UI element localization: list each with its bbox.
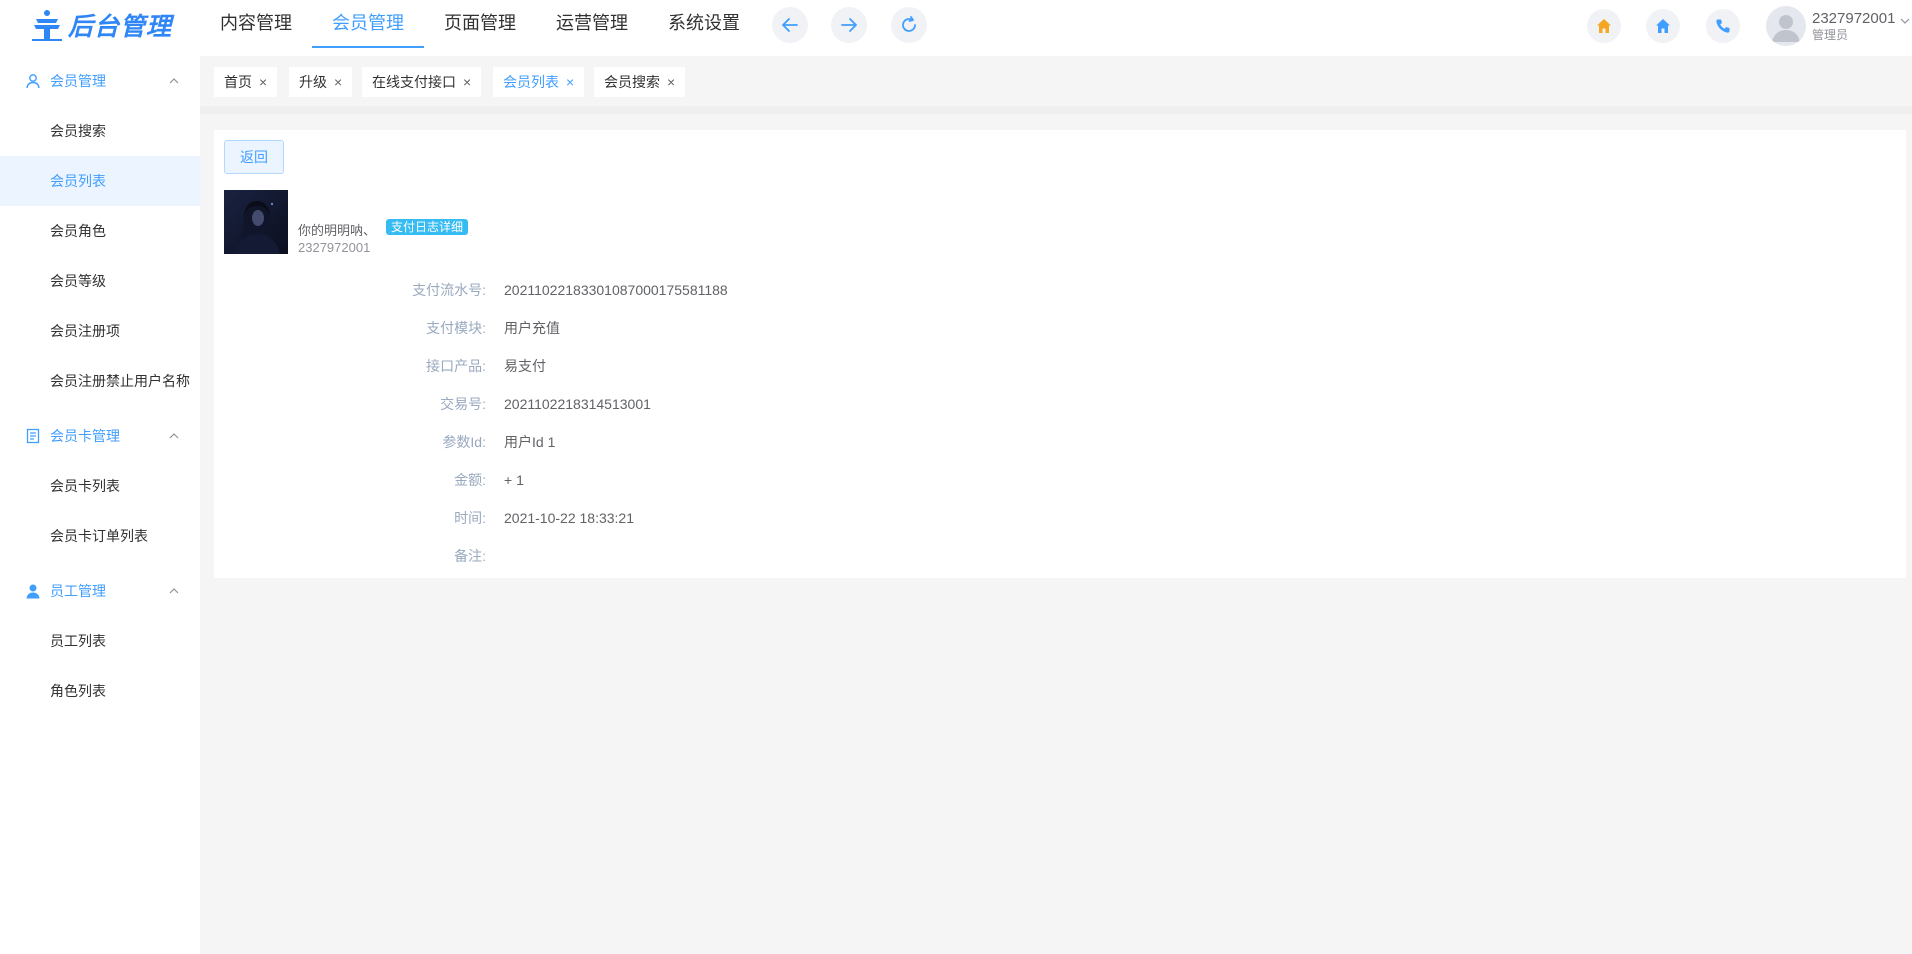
- field-payment-module: 支付模块: 用户充值: [214, 318, 1214, 338]
- field-value: 20211022183301087000175581188: [504, 282, 728, 298]
- chevron-up-icon: [169, 433, 179, 439]
- field-value: + 1: [504, 472, 524, 488]
- field-serial-number: 支付流水号: 20211022183301087000175581188: [214, 280, 1214, 300]
- arrow-right-icon: [841, 18, 857, 32]
- home-orange-button[interactable]: [1587, 9, 1621, 43]
- avatar: [1766, 6, 1806, 46]
- tab-online-payment[interactable]: 在线支付接口 ×: [362, 67, 482, 97]
- field-value: 易支付: [504, 358, 546, 374]
- tab-member-list[interactable]: 会员列表 ×: [493, 67, 585, 97]
- divider: [200, 106, 1912, 114]
- member-avatar: [224, 190, 288, 254]
- tab-label: 首页: [224, 74, 252, 90]
- field-value: 用户充值: [504, 320, 560, 336]
- sidebar-item-member-search[interactable]: 会员搜索: [0, 106, 200, 156]
- member-name: 你的明明呐、: [298, 223, 377, 238]
- arrow-left-icon: [782, 18, 798, 32]
- field-label: 交易号:: [440, 396, 486, 412]
- nav-item-operations[interactable]: 运营管理: [536, 0, 648, 48]
- sidebar-item-staff-list[interactable]: 员工列表: [0, 616, 200, 666]
- close-icon[interactable]: ×: [463, 75, 471, 89]
- sidebar: 会员管理 会员搜索 会员列表 会员角色 会员等级 会员注册项 会员注册禁止用户名…: [0, 56, 200, 954]
- sidebar-item-role-list[interactable]: 角色列表: [0, 666, 200, 716]
- user-role: 管理员: [1812, 28, 1849, 42]
- sidebar-item-member-levels[interactable]: 会员等级: [0, 256, 200, 306]
- field-remarks: 备注:: [214, 546, 1214, 566]
- field-label: 参数Id:: [442, 434, 486, 450]
- sidebar-item-member-roles[interactable]: 会员角色: [0, 206, 200, 256]
- tab-upgrade[interactable]: 升级 ×: [289, 67, 353, 97]
- tabs-bar: 首页 × 升级 × 在线支付接口 × 会员列表 × 会员搜索 ×: [200, 56, 1912, 106]
- close-icon[interactable]: ×: [566, 75, 574, 89]
- nav-item-pages[interactable]: 页面管理: [424, 0, 536, 48]
- user-menu[interactable]: 2327972001 管理员: [1766, 6, 1895, 46]
- sidebar-item-card-orders[interactable]: 会员卡订单列表: [0, 511, 200, 561]
- sidebar-group-member-cards[interactable]: 会员卡管理: [0, 411, 200, 461]
- chevron-up-icon: [169, 78, 179, 84]
- field-time: 时间: 2021-10-22 18:33:21: [214, 508, 1214, 528]
- field-value: 2021102218314513001: [504, 396, 651, 412]
- tab-label: 在线支付接口: [372, 74, 456, 90]
- field-api-product: 接口产品: 易支付: [214, 356, 1214, 376]
- phone-button[interactable]: [1706, 9, 1740, 43]
- refresh-icon: [902, 16, 916, 32]
- back-button[interactable]: 返回: [224, 140, 284, 174]
- back-nav-button[interactable]: [772, 7, 808, 43]
- status-badge: 支付日志详细: [386, 219, 469, 235]
- user-filled-icon: [24, 582, 42, 600]
- logo-text: 后台管理: [68, 13, 173, 41]
- phone-icon: [1716, 19, 1730, 33]
- user-name: 2327972001: [1812, 10, 1896, 27]
- tab-home[interactable]: 首页 ×: [214, 67, 278, 97]
- tab-label: 会员列表: [503, 74, 559, 90]
- field-label: 时间:: [454, 510, 486, 526]
- field-transaction-number: 交易号: 2021102218314513001: [214, 394, 1214, 414]
- forward-nav-button[interactable]: [831, 7, 867, 43]
- sidebar-group-label: 会员管理: [50, 73, 106, 89]
- close-icon[interactable]: ×: [334, 75, 342, 89]
- document-icon: [24, 427, 42, 445]
- chevron-down-icon[interactable]: [1900, 16, 1910, 26]
- sidebar-item-card-list[interactable]: 会员卡列表: [0, 461, 200, 511]
- field-label: 接口产品:: [426, 358, 486, 374]
- close-icon[interactable]: ×: [667, 75, 675, 89]
- sidebar-group-label: 会员卡管理: [50, 428, 120, 444]
- sidebar-item-banned-names[interactable]: 会员注册禁止用户名称: [0, 356, 200, 406]
- sidebar-group-staff[interactable]: 员工管理: [0, 566, 200, 616]
- close-icon[interactable]: ×: [259, 75, 267, 89]
- app-logo[interactable]: 后台管理: [30, 8, 172, 42]
- tab-label: 升级: [299, 74, 327, 90]
- field-value: 用户Id 1: [504, 434, 556, 450]
- home-icon: [1656, 19, 1670, 33]
- nav-item-settings[interactable]: 系统设置: [648, 0, 760, 48]
- sidebar-item-member-registration[interactable]: 会员注册项: [0, 306, 200, 356]
- user-outline-icon: [24, 72, 42, 90]
- field-param-id: 参数Id: 用户Id 1: [214, 432, 1214, 452]
- refresh-button[interactable]: [891, 7, 927, 43]
- field-amount: 金额: + 1: [214, 470, 1214, 490]
- nav-item-members[interactable]: 会员管理: [312, 0, 424, 48]
- top-nav: 内容管理 会员管理 页面管理 运营管理 系统设置: [200, 0, 760, 48]
- top-header: 后台管理 内容管理 会员管理 页面管理 运营管理 系统设置 2327972001…: [0, 0, 1912, 56]
- sidebar-item-member-list[interactable]: 会员列表: [0, 156, 200, 206]
- sidebar-group-label: 员工管理: [50, 583, 106, 599]
- logo-icon: [32, 10, 62, 41]
- main-content: 首页 × 升级 × 在线支付接口 × 会员列表 × 会员搜索 × 返回 你的明明…: [200, 56, 1912, 954]
- field-label: 金额:: [454, 472, 486, 488]
- tab-label: 会员搜索: [604, 74, 660, 90]
- field-label: 备注:: [454, 548, 486, 564]
- field-label: 支付模块:: [426, 320, 486, 336]
- user-silhouette-icon: [1772, 15, 1800, 42]
- chevron-up-icon: [169, 588, 179, 594]
- field-label: 支付流水号:: [412, 282, 486, 298]
- field-value: 2021-10-22 18:33:21: [504, 510, 634, 526]
- payment-detail-card: 返回 你的明明呐、 支付日志详细 2327972001 支付流水号: 20211…: [214, 130, 1906, 578]
- nav-item-content[interactable]: 内容管理: [200, 0, 312, 48]
- member-id: 2327972001: [298, 240, 371, 255]
- home-icon: [1597, 19, 1611, 33]
- home-button[interactable]: [1646, 9, 1680, 43]
- tab-member-search[interactable]: 会员搜索 ×: [594, 67, 686, 97]
- sidebar-group-members[interactable]: 会员管理: [0, 56, 200, 106]
- member-avatar-image: [224, 190, 288, 254]
